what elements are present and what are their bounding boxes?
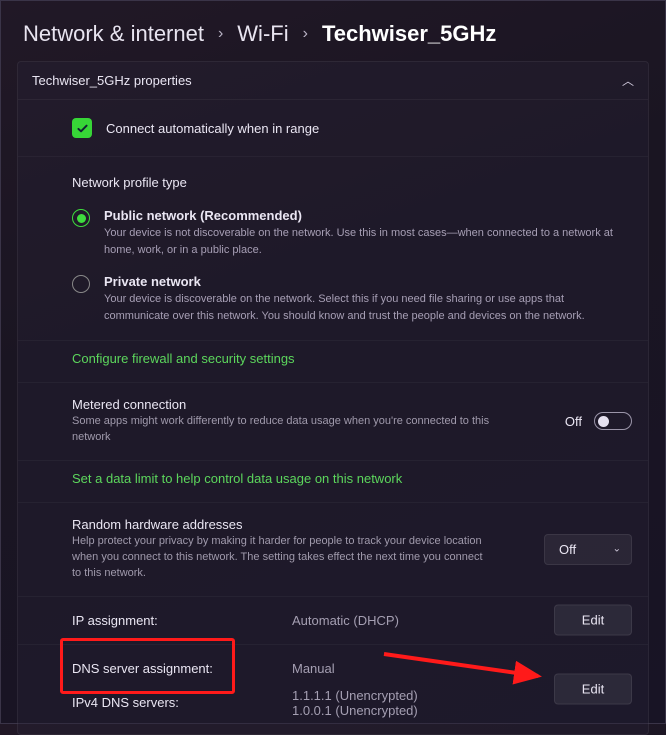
metered-toggle[interactable]	[594, 412, 632, 430]
dns-edit-button[interactable]: Edit	[554, 674, 632, 705]
ip-assignment-block: IP assignment: Automatic (DHCP) Edit	[18, 597, 648, 645]
panel-header[interactable]: Techwiser_5GHz properties ︿	[18, 62, 648, 100]
random-mac-title: Random hardware addresses	[72, 517, 528, 532]
auto-connect-row[interactable]: Connect automatically when in range	[18, 100, 648, 157]
chevron-right-icon: ›	[303, 25, 308, 43]
random-mac-dropdown[interactable]: Off ⌄	[544, 534, 632, 565]
breadcrumb-wifi[interactable]: Wi-Fi	[237, 21, 288, 47]
dns-assignment-label: DNS server assignment:	[72, 661, 272, 676]
checkbox-checked-icon[interactable]	[72, 118, 92, 138]
radio-unselected-icon[interactable]	[72, 275, 90, 293]
random-mac-row: Random hardware addresses Help protect y…	[18, 503, 648, 597]
dns-ipv4-value-2: 1.0.0.1 (Unencrypted)	[292, 703, 632, 718]
metered-sub: Some apps might work differently to redu…	[72, 414, 492, 446]
chevron-up-icon: ︿	[622, 72, 634, 89]
private-title: Private network	[104, 274, 618, 289]
auto-connect-label: Connect automatically when in range	[106, 121, 319, 136]
breadcrumb-root[interactable]: Network & internet	[23, 21, 204, 47]
ip-edit-button[interactable]: Edit	[554, 605, 632, 636]
random-mac-value: Off	[559, 542, 576, 557]
metered-row: Metered connection Some apps might work …	[18, 383, 648, 461]
ip-assignment-label: IP assignment:	[72, 613, 272, 628]
data-limit-link[interactable]: Set a data limit to help control data us…	[18, 461, 648, 503]
properties-panel: Techwiser_5GHz properties ︿ Connect auto…	[17, 61, 649, 735]
profile-heading: Network profile type	[72, 175, 618, 190]
public-sub: Your device is not discoverable on the n…	[104, 225, 618, 258]
public-title: Public network (Recommended)	[104, 208, 618, 223]
breadcrumb: Network & internet › Wi-Fi › Techwiser_5…	[1, 1, 665, 61]
firewall-link[interactable]: Configure firewall and security settings	[18, 341, 648, 383]
profile-type-section: Network profile type Public network (Rec…	[18, 157, 648, 341]
metered-state: Off	[565, 414, 582, 429]
breadcrumb-current: Techwiser_5GHz	[322, 21, 496, 47]
panel-title: Techwiser_5GHz properties	[32, 73, 192, 88]
chevron-right-icon: ›	[218, 25, 223, 43]
random-mac-sub: Help protect your privacy by making it h…	[72, 534, 492, 582]
dns-block: DNS server assignment: Manual IPv4 DNS s…	[18, 645, 648, 734]
private-sub: Your device is discoverable on the netwo…	[104, 291, 618, 324]
chevron-down-icon: ⌄	[613, 544, 621, 555]
radio-public[interactable]: Public network (Recommended) Your device…	[18, 208, 648, 258]
metered-title: Metered connection	[72, 397, 549, 412]
radio-private[interactable]: Private network Your device is discovera…	[18, 274, 648, 324]
radio-selected-icon[interactable]	[72, 209, 90, 227]
dns-ipv4-label: IPv4 DNS servers:	[72, 695, 272, 710]
